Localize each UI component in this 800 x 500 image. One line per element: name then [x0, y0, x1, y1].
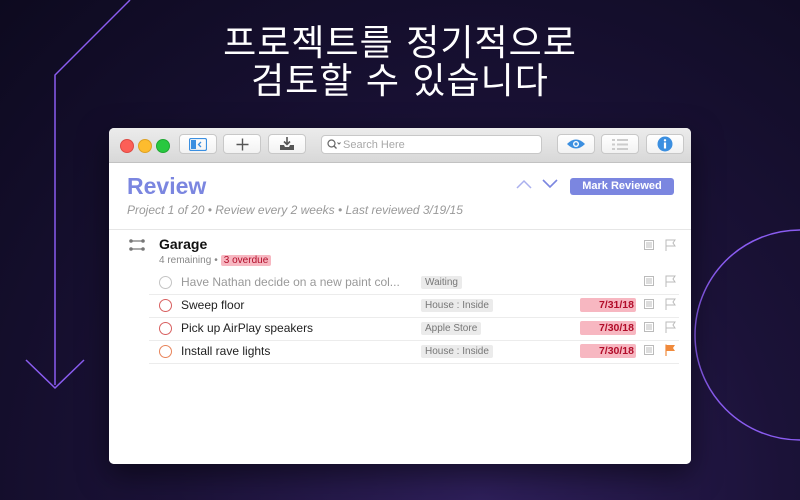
note-icon[interactable]	[644, 299, 654, 309]
task-row[interactable]: Install rave lights House : Inside 7/30/…	[149, 341, 691, 364]
note-icon[interactable]	[644, 240, 654, 250]
project-sequential-icon	[129, 239, 145, 251]
flag-icon[interactable]	[665, 321, 676, 333]
search-field[interactable]	[321, 135, 542, 154]
task-due-date: 7/30/18	[580, 321, 636, 335]
add-button[interactable]	[223, 134, 261, 154]
list-icon	[612, 138, 628, 150]
page-title: Review	[127, 173, 207, 199]
inbox-button[interactable]	[268, 134, 306, 154]
task-row[interactable]: Pick up AirPlay speakers Apple Store 7/3…	[149, 318, 691, 341]
header-divider	[109, 229, 691, 230]
flag-active-icon[interactable]	[665, 344, 676, 356]
app-window: Review Project 1 of 20 • Review every 2 …	[109, 128, 691, 464]
inspector-button[interactable]	[646, 134, 684, 154]
task-due-date: 7/31/18	[580, 298, 636, 312]
info-icon	[657, 136, 673, 152]
task-name[interactable]: Pick up AirPlay speakers	[181, 321, 406, 335]
task-due-date: 7/30/18	[580, 344, 636, 358]
window-close-button[interactable]	[120, 139, 134, 153]
review-content: Review Project 1 of 20 • Review every 2 …	[109, 163, 691, 464]
task-tag: Waiting	[421, 276, 462, 289]
eye-icon	[567, 139, 585, 149]
remaining-count: 4 remaining	[159, 255, 212, 266]
mark-reviewed-button[interactable]: Mark Reviewed	[570, 178, 674, 195]
task-name[interactable]: Have Nathan decide on a new paint col...	[181, 275, 406, 289]
window-minimize-button[interactable]	[138, 139, 152, 153]
overdue-badge: 3 overdue	[220, 255, 272, 266]
note-icon[interactable]	[644, 345, 654, 355]
task-tag: House : Inside	[421, 345, 493, 358]
sidebar-toggle-button[interactable]	[179, 134, 217, 154]
inbox-download-icon	[280, 137, 294, 150]
task-row[interactable]: Have Nathan decide on a new paint col...…	[149, 272, 691, 295]
task-checkbox[interactable]	[159, 276, 172, 289]
search-icon	[327, 139, 341, 149]
task-name[interactable]: Sweep floor	[181, 298, 406, 312]
task-checkbox[interactable]	[159, 345, 172, 358]
task-tag: House : Inside	[421, 299, 493, 312]
search-input[interactable]	[341, 138, 533, 151]
task-checkbox[interactable]	[159, 322, 172, 335]
note-icon[interactable]	[644, 322, 654, 332]
view-options-button[interactable]	[601, 134, 639, 154]
row-divider	[149, 363, 679, 364]
task-tag: Apple Store	[421, 322, 482, 335]
headline-line-2: 검토할 수 있습니다	[251, 61, 549, 102]
task-name[interactable]: Install rave lights	[181, 344, 406, 358]
flag-icon[interactable]	[665, 298, 676, 310]
task-checkbox[interactable]	[159, 299, 172, 312]
flag-icon[interactable]	[665, 275, 676, 287]
next-project-chevron-down-icon[interactable]	[542, 179, 558, 189]
sidebar-toggle-icon	[189, 137, 207, 151]
plus-icon	[236, 138, 248, 150]
project-status: 4 remaining • 3 overdue	[159, 255, 272, 266]
project-title[interactable]: Garage	[159, 236, 207, 252]
flag-icon[interactable]	[665, 239, 676, 251]
previous-project-chevron-up-icon[interactable]	[516, 179, 532, 189]
task-row[interactable]: Sweep floor House : Inside 7/31/18	[149, 295, 691, 318]
review-subtitle: Project 1 of 20 • Review every 2 weeks •…	[127, 203, 463, 217]
perspective-view-button[interactable]	[557, 134, 595, 154]
window-zoom-button[interactable]	[156, 139, 170, 153]
note-icon[interactable]	[644, 276, 654, 286]
toolbar	[109, 128, 691, 163]
meta-separator: •	[214, 255, 218, 266]
